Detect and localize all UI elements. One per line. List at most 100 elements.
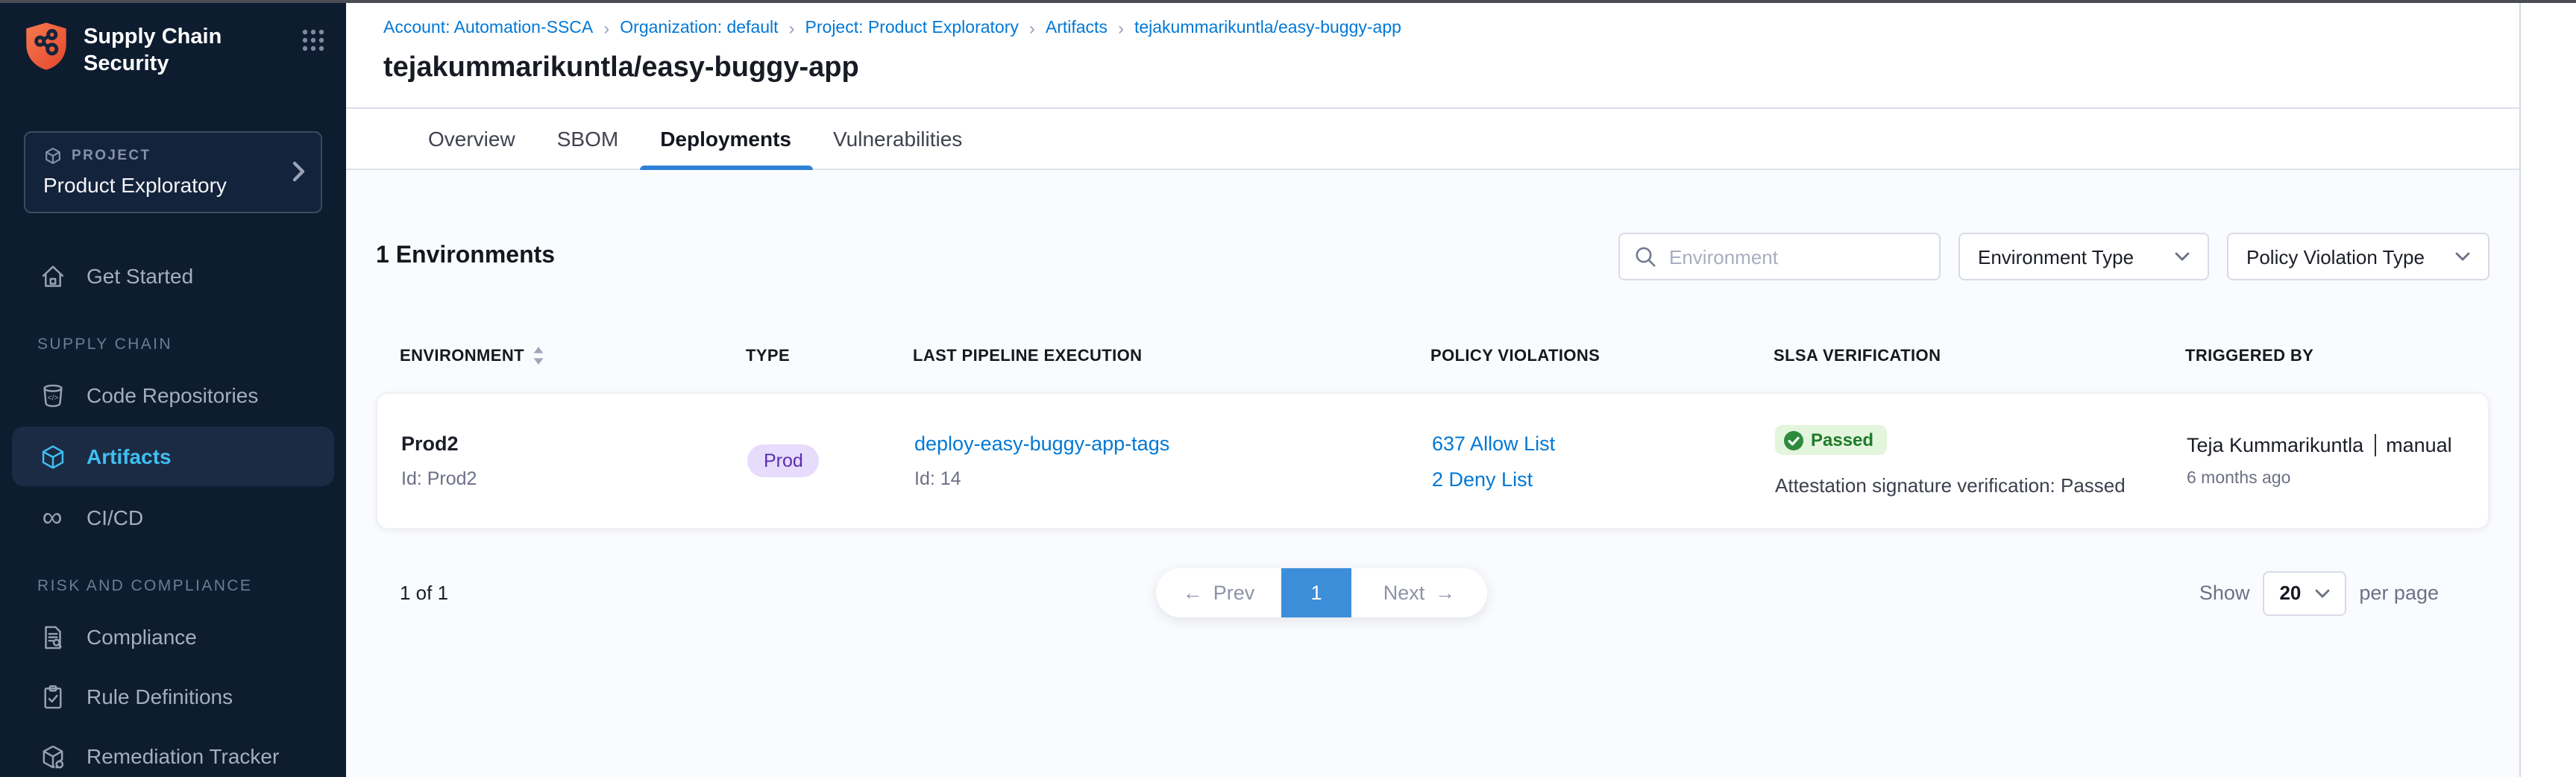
prev-page-button[interactable]: ← Prev <box>1156 568 1281 617</box>
prev-label: Prev <box>1213 582 1255 604</box>
document-search-icon <box>37 623 67 652</box>
environment-search[interactable] <box>1618 233 1941 280</box>
app-title: Supply Chain Security <box>69 21 301 78</box>
breadcrumb-separator: › <box>1029 18 1035 39</box>
policy-violation-type-filter-label: Policy Violation Type <box>2246 245 2425 268</box>
column-environment[interactable]: ENVIRONMENT <box>400 346 746 365</box>
environment-type-filter[interactable]: Environment Type <box>1958 233 2209 280</box>
home-icon <box>37 262 67 292</box>
page-summary: 1 of 1 <box>400 582 448 604</box>
sidebar-nav: Get Started SUPPLY CHAIN </> Code Reposi… <box>0 247 346 777</box>
per-page-select[interactable]: 20 <box>2263 570 2346 615</box>
pagination: 1 of 1 ← Prev 1 Next → Show <box>376 568 2489 617</box>
table-header: ENVIRONMENT TYPE LAST PIPELINE EXECUTION… <box>376 346 2489 365</box>
breadcrumb-separator: › <box>1118 18 1124 39</box>
per-page-label: per page <box>2359 582 2439 604</box>
arrow-right-icon: → <box>1435 582 1455 604</box>
tab-overview[interactable]: Overview <box>407 109 536 169</box>
column-last-pipeline-execution: LAST PIPELINE EXECUTION <box>913 346 1430 365</box>
sidebar-item-label: Remediation Tracker <box>87 745 279 769</box>
environment-search-input[interactable] <box>1669 245 1924 268</box>
allow-list-link[interactable]: 637 Allow List <box>1432 432 1775 454</box>
environment-id: Id: Prod2 <box>401 468 747 489</box>
cell-pipeline: deploy-easy-buggy-app-tags Id: 14 <box>914 432 1432 489</box>
main-area: Account: Automation-SSCA › Organization:… <box>346 0 2519 777</box>
shield-logo-icon <box>24 21 69 72</box>
nav-section-supply-chain: SUPPLY CHAIN <box>0 306 346 366</box>
arrow-left-icon: ← <box>1183 582 1203 604</box>
cell-policy-violations: 637 Allow List 2 Deny List <box>1432 432 1775 490</box>
infinity-icon: ∞ <box>37 503 67 533</box>
breadcrumb: Account: Automation-SSCA › Organization:… <box>383 18 2484 39</box>
code-repo-icon: </> <box>37 381 67 411</box>
environments-count-heading: 1 Environments <box>376 243 555 270</box>
search-icon <box>1635 245 1657 268</box>
next-page-button[interactable]: Next → <box>1351 568 1487 617</box>
per-page-value: 20 <box>2279 582 2301 604</box>
pipeline-link[interactable]: deploy-easy-buggy-app-tags <box>914 432 1432 455</box>
column-type: TYPE <box>746 346 913 365</box>
breadcrumb-artifact-name[interactable]: tejakummarikuntla/easy-buggy-app <box>1134 19 1401 37</box>
triggered-by-name: Teja Kummarikuntla <box>2187 434 2363 456</box>
sidebar-item-compliance[interactable]: Compliance <box>0 608 346 667</box>
breadcrumb-account[interactable]: Account: Automation-SSCA <box>383 19 593 37</box>
cell-type: Prod <box>747 444 914 477</box>
chevron-right-icon <box>292 162 306 183</box>
column-slsa-verification: SLSA VERIFICATION <box>1774 346 2185 365</box>
tab-vulnerabilities[interactable]: Vulnerabilities <box>812 109 983 169</box>
sidebar-item-label: CI/CD <box>87 506 143 530</box>
trigger-mode: manual <box>2386 434 2452 456</box>
policy-violation-type-filter[interactable]: Policy Violation Type <box>2227 233 2489 280</box>
breadcrumb-artifacts[interactable]: Artifacts <box>1046 19 1108 37</box>
pipeline-execution-id: Id: 14 <box>914 468 1432 489</box>
tab-deployments[interactable]: Deployments <box>639 109 812 169</box>
chevron-down-icon <box>2175 252 2190 261</box>
svg-text:</>: </> <box>47 394 58 402</box>
sidebar-item-get-started[interactable]: Get Started <box>0 247 346 306</box>
sidebar-item-rule-definitions[interactable]: Rule Definitions <box>0 667 346 727</box>
project-label: PROJECT <box>72 148 151 165</box>
sidebar-header: Supply Chain Security <box>0 0 346 93</box>
slsa-status-badge: Passed <box>1775 426 1887 456</box>
clipboard-check-icon <box>37 682 67 712</box>
page-title: tejakummarikuntla/easy-buggy-app <box>383 52 2484 85</box>
show-label: Show <box>2199 582 2250 604</box>
nav-section-risk-compliance: RISK AND COMPLIANCE <box>0 548 346 608</box>
sidebar-item-artifacts[interactable]: Artifacts <box>12 427 334 487</box>
chevron-down-icon <box>2314 588 2329 597</box>
breadcrumb-organization[interactable]: Organization: default <box>620 19 778 37</box>
sidebar-item-label: Get Started <box>87 265 193 289</box>
sort-icon[interactable] <box>533 346 545 365</box>
tab-sbom[interactable]: SBOM <box>536 109 639 169</box>
page-number-button[interactable]: 1 <box>1281 568 1351 617</box>
breadcrumb-project[interactable]: Project: Product Exploratory <box>805 19 1019 37</box>
sidebar-item-cicd[interactable]: ∞ CI/CD <box>0 488 346 548</box>
app-grid-icon[interactable] <box>301 28 325 52</box>
project-selector[interactable]: PROJECT Product Exploratory <box>24 132 322 214</box>
check-circle-icon <box>1784 431 1803 450</box>
project-name: Product Exploratory <box>43 174 292 198</box>
sidebar-item-label: Rule Definitions <box>87 685 233 709</box>
sidebar-item-remediation-tracker[interactable]: Remediation Tracker <box>0 727 346 777</box>
breadcrumb-separator: › <box>789 18 795 39</box>
cube-icon <box>37 442 67 472</box>
toolbar: 1 Environments Environment Type <box>376 233 2489 280</box>
trigger-time: 6 months ago <box>2187 470 2488 488</box>
breadcrumb-separator: › <box>603 18 609 39</box>
next-label: Next <box>1383 582 1425 604</box>
attestation-detail: Attestation signature verification: Pass… <box>1775 474 2187 497</box>
deny-list-link[interactable]: 2 Deny List <box>1432 468 1775 490</box>
environment-type-filter-label: Environment Type <box>1978 245 2134 268</box>
column-triggered-by: TRIGGERED BY <box>2185 346 2489 365</box>
tab-bar: Overview SBOM Deployments Vulnerabilitie… <box>346 109 2519 170</box>
environment-name: Prod2 <box>401 432 747 455</box>
sidebar-item-label: Compliance <box>87 626 197 649</box>
sidebar-item-code-repositories[interactable]: </> Code Repositories <box>0 366 346 426</box>
project-meta: PROJECT Product Exploratory <box>43 147 292 198</box>
project-cube-icon <box>43 147 63 166</box>
scrollbar[interactable] <box>2519 0 2576 777</box>
chevron-down-icon <box>2455 252 2470 261</box>
column-environment-label: ENVIRONMENT <box>400 347 524 365</box>
pager: ← Prev 1 Next → <box>1156 568 1487 617</box>
type-badge: Prod <box>747 444 820 477</box>
